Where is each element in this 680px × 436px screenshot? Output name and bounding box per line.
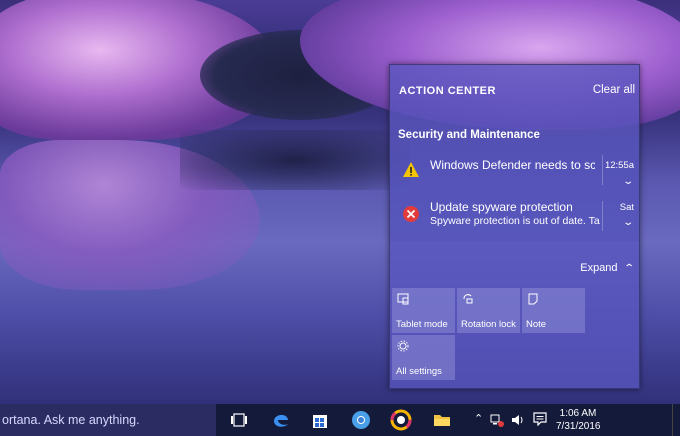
tile-tablet-mode[interactable]: Tablet mode <box>392 288 455 333</box>
chevron-down-icon[interactable]: ⌄ <box>622 176 634 187</box>
chrome-icon[interactable] <box>350 409 372 431</box>
tile-rotation-lock[interactable]: Rotation lock <box>457 288 520 333</box>
cortana-search-box[interactable]: ortana. Ask me anything. <box>0 404 216 436</box>
notification-title: Update spyware protection <box>430 200 573 214</box>
action-center-header: ACTION CENTER Clear all <box>390 65 639 117</box>
notification-list: Windows Defender needs to scan 12:55a ⌄ … <box>390 149 639 241</box>
show-desktop-button[interactable] <box>672 404 680 436</box>
tile-label: Tablet mode <box>396 319 448 330</box>
cortana-placeholder: ortana. Ask me anything. <box>2 413 140 427</box>
clock-time: 1:06 AM <box>559 408 597 419</box>
expand-label: Expand <box>580 262 618 274</box>
notification-body: Spyware protection is out of date. Tap <box>430 215 600 227</box>
action-center-title: ACTION CENTER <box>399 85 496 97</box>
action-center-panel: ACTION CENTER Clear all Security and Mai… <box>389 64 640 389</box>
tile-note[interactable]: Note <box>522 288 585 333</box>
notification-spyware[interactable]: Update spyware protection Spyware protec… <box>390 195 639 239</box>
file-explorer-icon[interactable] <box>431 409 453 431</box>
tablet-mode-icon <box>397 293 409 305</box>
system-clock[interactable]: 1:06 AM 7/31/2016 <box>556 407 601 433</box>
tile-label: Note <box>526 319 547 330</box>
notification-group-title: Security and Maintenance <box>398 129 540 141</box>
clear-all-button[interactable]: Clear all <box>593 84 635 96</box>
chevron-down-icon[interactable]: ⌄ <box>622 217 634 228</box>
edge-icon[interactable] <box>270 409 292 431</box>
note-icon <box>528 293 538 305</box>
app-wheel-icon[interactable] <box>390 409 412 431</box>
task-view-icon[interactable] <box>228 409 250 431</box>
network-icon[interactable] <box>490 413 504 427</box>
expand-button[interactable]: Expand ⌃ <box>580 262 635 274</box>
volume-icon[interactable] <box>511 413 525 427</box>
tile-label: Rotation lock <box>461 319 516 330</box>
warning-icon <box>403 162 419 177</box>
rotation-lock-icon <box>463 294 473 304</box>
notification-defender[interactable]: Windows Defender needs to scan 12:55a ⌄ <box>390 149 639 193</box>
notification-time: Sat <box>619 202 634 213</box>
tile-label: All settings <box>396 366 442 377</box>
error-icon <box>403 206 419 222</box>
notification-title: Windows Defender needs to scan <box>430 158 595 172</box>
clock-date: 7/31/2016 <box>556 421 601 432</box>
tile-all-settings[interactable]: All settings <box>392 335 455 380</box>
chevron-up-icon[interactable]: ⌃ <box>474 412 483 425</box>
store-icon[interactable] <box>309 409 331 431</box>
action-center-icon[interactable] <box>533 412 547 426</box>
gear-icon <box>397 340 409 352</box>
chevron-up-icon: ⌃ <box>622 263 635 274</box>
notification-time: 12:55a <box>604 160 634 171</box>
taskbar: ortana. Ask me anything. ⌃ 1:06 AM 7/31/… <box>0 404 680 436</box>
